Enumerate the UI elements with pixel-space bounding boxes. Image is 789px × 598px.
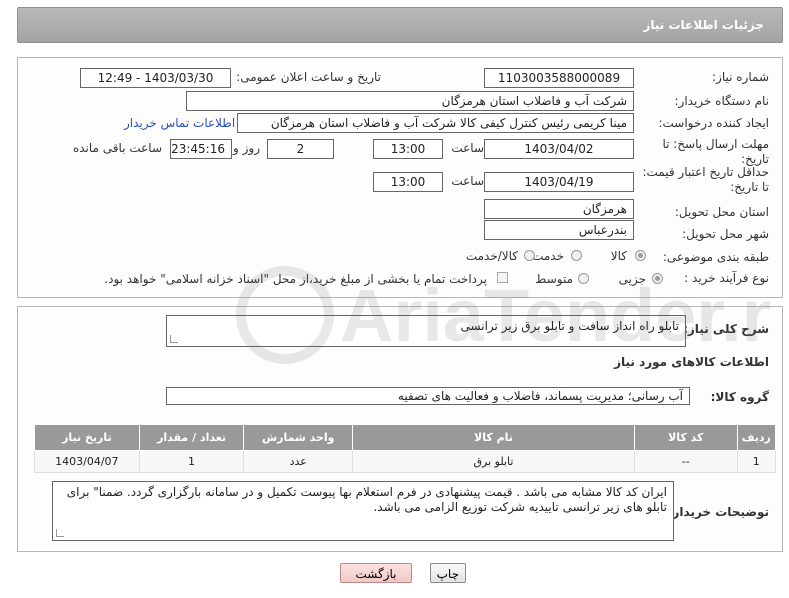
purchase-medium-label: متوسط	[535, 272, 573, 286]
goods-group-field: آب رسانی؛ مدیریت پسماند، فاضلاب و فعالیت…	[166, 387, 690, 405]
days-label: روز و	[233, 141, 260, 155]
col-unit: واحد شمارش	[243, 424, 354, 451]
remaining-days-field: 2	[267, 139, 334, 159]
remaining-label: ساعت باقی مانده	[72, 141, 162, 155]
col-qty: تعداد / مقدار	[138, 424, 245, 451]
reply-date-field: 1403/04/02	[484, 139, 634, 159]
remaining-time-field: 23:45:16	[170, 139, 232, 159]
buyer-org-field: شرکت آب و فاضلاب استان هرمزگان	[186, 91, 634, 111]
buyer-notes-text: ایران کد کالا مشابه می باشد . قیمت پیشنه…	[66, 485, 667, 514]
buyer-contact-link[interactable]: اطلاعات تماس خریدار	[124, 116, 235, 130]
category-label: طبقه بندی موضوعی:	[662, 250, 769, 264]
purchase-minor-label: جزیی	[618, 272, 646, 286]
province-field: هرمزگان	[484, 199, 634, 219]
category-service-radio[interactable]	[571, 250, 582, 261]
table-row[interactable]: 1 -- تابلو برق عدد 1 1403/04/07	[34, 450, 777, 473]
price-date-field: 1403/04/19	[484, 172, 634, 192]
cell-qty: 1	[138, 450, 245, 473]
province-label: استان محل تحویل:	[674, 205, 769, 219]
col-name: نام کالا	[352, 424, 635, 451]
goods-group-label: گروه کالا:	[710, 390, 769, 404]
category-service-label: خدمت	[532, 249, 564, 263]
reply-time-field: 13:00	[373, 139, 443, 159]
city-field: بندرعباس	[484, 220, 634, 240]
announce-datetime-field: 1403/03/30 - 12:49	[80, 68, 231, 88]
cell-row: 1	[736, 450, 777, 473]
description-field: تابلو راه انداز سافت و تابلو برق زیر ترا…	[166, 315, 686, 347]
need-number-label: شماره نیاز:	[712, 70, 769, 84]
cell-unit: عدد	[243, 450, 354, 473]
price-time-field: 13:00	[373, 172, 443, 192]
goods-info-title: اطلاعات کالاهای مورد نیاز	[614, 355, 769, 369]
purchase-minor-radio[interactable]	[652, 273, 663, 284]
price-time-label: ساعت	[451, 174, 484, 188]
category-goods-service-label: کالا/خدمت	[465, 249, 518, 263]
announce-label: تاریخ و ساعت اعلان عمومی:	[236, 70, 381, 84]
cell-name: تابلو برق	[352, 450, 635, 473]
category-goods-label: کالا	[610, 249, 627, 263]
description-text: تابلو راه انداز سافت و تابلو برق زیر ترا…	[460, 319, 679, 333]
reply-time-label: ساعت	[451, 141, 484, 155]
cell-date: 1403/04/07	[34, 450, 140, 473]
page-title: جزئیات اطلاعات نیاز	[643, 18, 764, 32]
resize-handle-icon[interactable]	[170, 335, 178, 343]
goods-table-header: ردیف کد کالا نام کالا واحد شمارش تعداد /…	[34, 424, 777, 451]
need-number-field: 1103003588000089	[484, 68, 634, 88]
category-goods-service-radio[interactable]	[524, 250, 535, 261]
col-code: کد کالا	[633, 424, 738, 451]
creator-field: مینا کریمی رئیس کنترل کیفی کالا شرکت آب …	[237, 113, 634, 133]
treasury-payment-note: پرداخت تمام یا بخشی از مبلغ خرید،از محل …	[104, 272, 487, 286]
print-button[interactable]: چاپ	[430, 563, 466, 583]
creator-label: ایجاد کننده درخواست:	[658, 116, 769, 130]
city-label: شهر محل تحویل:	[682, 227, 769, 241]
treasury-payment-checkbox[interactable]	[497, 272, 508, 283]
reply-deadline-label: مهلت ارسال پاسخ: تا تاریخ:	[662, 137, 769, 166]
resize-handle-icon[interactable]	[56, 529, 64, 537]
purchase-medium-radio[interactable]	[578, 273, 589, 284]
cell-code: --	[633, 450, 738, 473]
description-label: شرح کلی نیاز:	[683, 322, 769, 336]
price-deadline-label: حداقل تاریخ اعتبار قیمت: تا تاریخ:	[642, 165, 769, 194]
col-row: ردیف	[736, 424, 777, 451]
purchase-type-label: نوع فرآیند خرید :	[684, 271, 769, 285]
goods-table: ردیف کد کالا نام کالا واحد شمارش تعداد /…	[34, 424, 777, 473]
buyer-notes-field: ایران کد کالا مشابه می باشد . قیمت پیشنه…	[52, 481, 674, 541]
category-goods-radio[interactable]	[635, 250, 646, 261]
back-button[interactable]: بازگشت	[340, 563, 412, 583]
buyer-org-label: نام دستگاه خریدار:	[674, 94, 770, 108]
page-header: جزئیات اطلاعات نیاز	[17, 7, 783, 43]
buyer-notes-label: توضیحات خریدار:	[667, 505, 769, 519]
col-date: تاریخ نیاز	[34, 424, 140, 451]
